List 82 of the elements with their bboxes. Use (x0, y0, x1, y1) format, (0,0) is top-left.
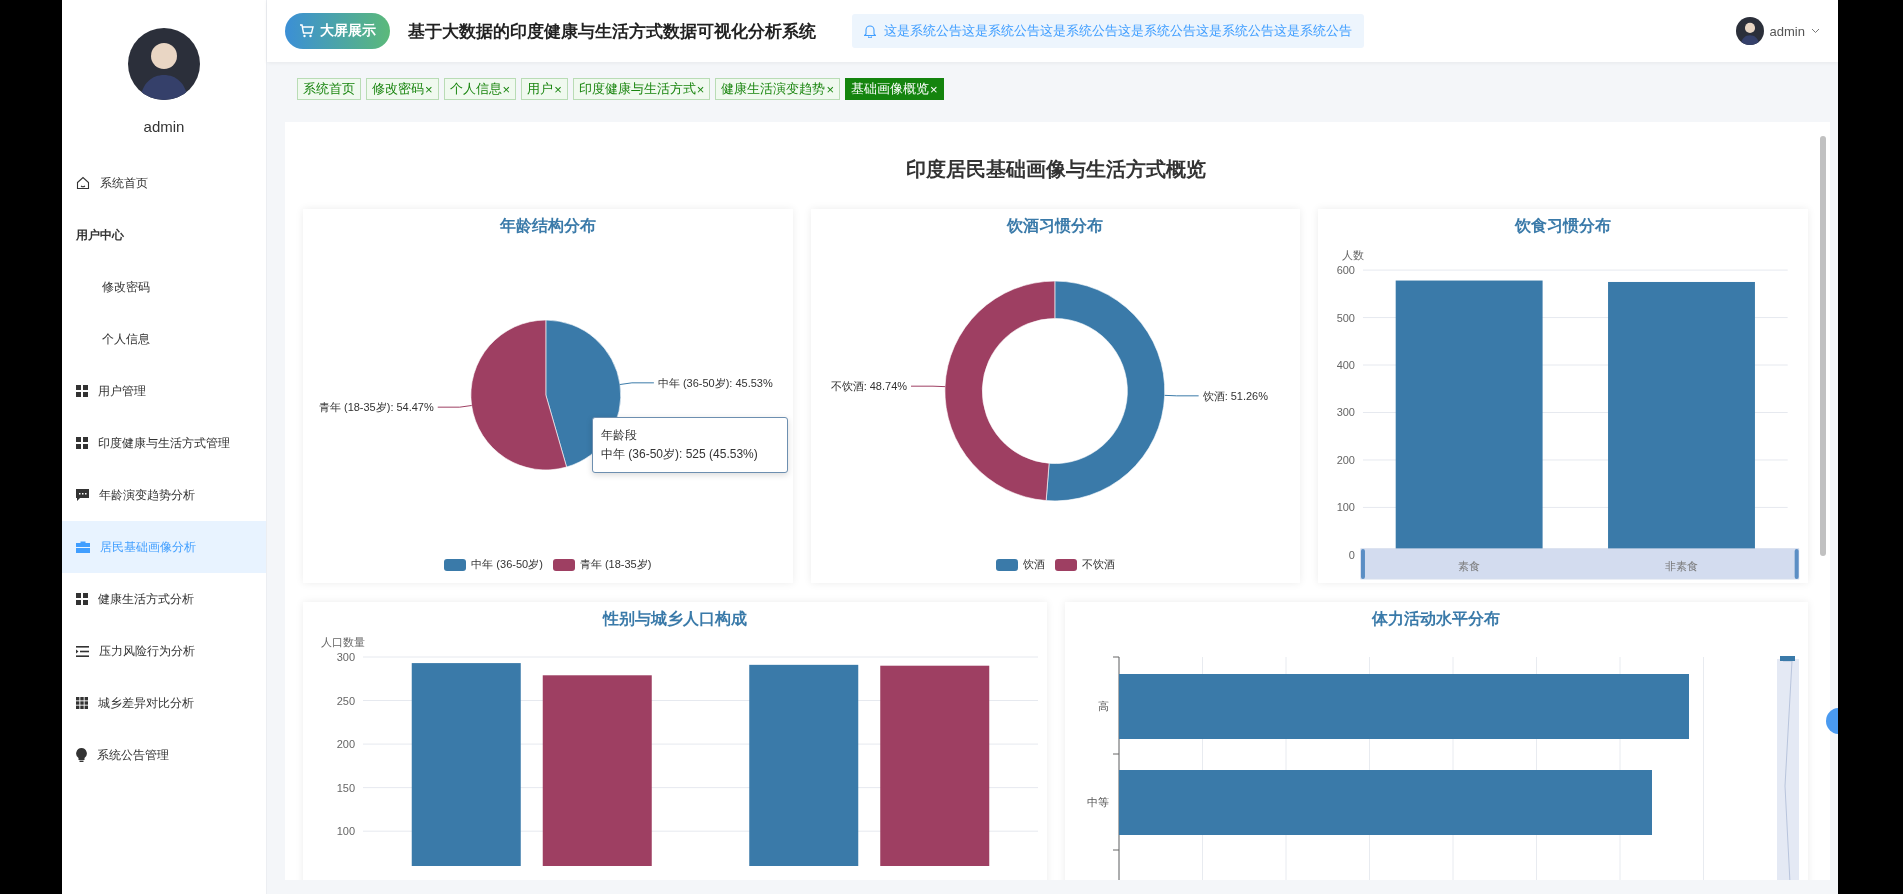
menu-item[interactable]: 健康生活方式分析 (62, 573, 266, 625)
tooltip-title: 年龄段 (601, 427, 638, 444)
home-icon (76, 176, 90, 190)
legend-label: 中年 (36-50岁) (471, 557, 543, 572)
data-label: 中年 (36-50岁): 45.53% (657, 376, 773, 389)
tick-label: 高 (1097, 700, 1109, 712)
leader-line (1163, 394, 1199, 397)
grid-icon (76, 385, 88, 397)
zoom-slider[interactable] (1360, 548, 1800, 580)
user-name[interactable]: admin (1769, 23, 1805, 39)
axis-title: 人数 (1342, 249, 1365, 262)
leader-line (910, 385, 946, 388)
chart-title: 性别与城乡人口构成 (602, 608, 747, 629)
tick-label: 300 (336, 651, 355, 663)
briefcase-icon (76, 541, 90, 553)
tab[interactable]: 修改密码× (366, 78, 439, 100)
legend-swatch (996, 558, 1018, 571)
tab[interactable]: 健康生活演变趋势× (715, 78, 840, 100)
data-label: 青年 (18-35岁): 54.47% (318, 401, 434, 414)
chat-icon (76, 489, 89, 501)
legend-swatch (552, 558, 575, 571)
menu-item[interactable]: 印度健康与生活方式管理 (62, 417, 266, 469)
menu-item[interactable]: 系统公告管理 (62, 729, 266, 781)
legend-label: 饮酒 (1023, 557, 1045, 572)
notice-text: 这是系统公告这是系统公告这是系统公告这是系统公告这是系统公告这是系统公告 (884, 22, 1352, 40)
tab[interactable]: 系统首页 (297, 78, 361, 100)
tick-label: 250 (336, 694, 355, 707)
cart-icon (299, 24, 314, 38)
tick-label: 300 (1336, 406, 1356, 419)
tick-label: 200 (336, 738, 355, 751)
data-label: 饮酒: 51.26% (1202, 389, 1268, 402)
app-title: 基于大数据的印度健康与生活方式数据可视化分析系统 (408, 20, 816, 43)
menu-item[interactable]: 修改密码 (62, 261, 266, 313)
list-icon (76, 645, 89, 657)
grid-icon (76, 437, 88, 449)
tab[interactable]: 用户× (521, 78, 568, 100)
chart-title: 饮食习惯分布 (1515, 215, 1612, 236)
lightbulb-icon (76, 748, 87, 762)
chevron-down-icon (1811, 28, 1820, 34)
tick-label: 200 (1336, 453, 1356, 466)
tick-label: 100 (336, 825, 355, 838)
leader-line (437, 405, 473, 408)
scrollbar[interactable] (1820, 136, 1826, 556)
legend-label: 不饮酒 (1082, 557, 1115, 572)
grid-icon (76, 697, 88, 709)
tick-label: 600 (1336, 264, 1356, 277)
menu-group-label: 用户中心 (75, 226, 125, 244)
menu-item[interactable]: 城乡差异对比分析 (62, 677, 266, 729)
tick-label: 100 (1336, 501, 1356, 514)
legend-swatch (444, 558, 467, 571)
leader-line (619, 382, 655, 385)
menu-item[interactable]: 个人信息 (62, 313, 266, 365)
legend-label: 青年 (18-35岁) (579, 557, 652, 572)
chart-title: 饮酒习惯分布 (1007, 215, 1104, 236)
tick-label: 中等 (1086, 796, 1109, 808)
menu-item[interactable]: 系统首页 (62, 157, 266, 209)
tab[interactable]: 个人信息× (443, 78, 517, 100)
axis-title: 人口数量 (321, 636, 365, 648)
tick-label: 150 (336, 781, 355, 794)
page-title: 印度居民基础画像与生活方式概览 (904, 157, 1207, 182)
tooltip-text: 中年 (36-50岁): 525 (45.53%) (601, 446, 759, 463)
tick-label: 非素食 (1665, 559, 1699, 572)
username: admin (143, 118, 185, 135)
legend-swatch (1055, 558, 1077, 571)
slider-handle[interactable] (1361, 548, 1366, 579)
zoom-slider[interactable] (1776, 656, 1799, 880)
user-avatar (1735, 17, 1764, 45)
menu-item[interactable]: 压力风险行为分析 (62, 625, 266, 677)
tick-label: 500 (1336, 311, 1356, 324)
menu-item[interactable]: 年龄演变趋势分析 (62, 469, 266, 521)
tick-label: 素食 (1458, 559, 1481, 572)
tab[interactable]: 印度健康与生活方式× (572, 78, 711, 100)
tick-label: 0 (1349, 548, 1356, 561)
chart-title: 体力活动水平分布 (1372, 608, 1501, 629)
slider-handle[interactable] (1795, 548, 1799, 579)
menu-item[interactable]: 用户管理 (62, 365, 266, 417)
data-label: 不饮酒: 48.74% (830, 380, 907, 393)
chart-title: 年龄结构分布 (499, 215, 596, 236)
tab[interactable]: 基础画像概览× (844, 78, 944, 100)
tick-label: 400 (1336, 359, 1356, 372)
grid-icon (76, 593, 88, 605)
bell-icon (864, 24, 876, 38)
